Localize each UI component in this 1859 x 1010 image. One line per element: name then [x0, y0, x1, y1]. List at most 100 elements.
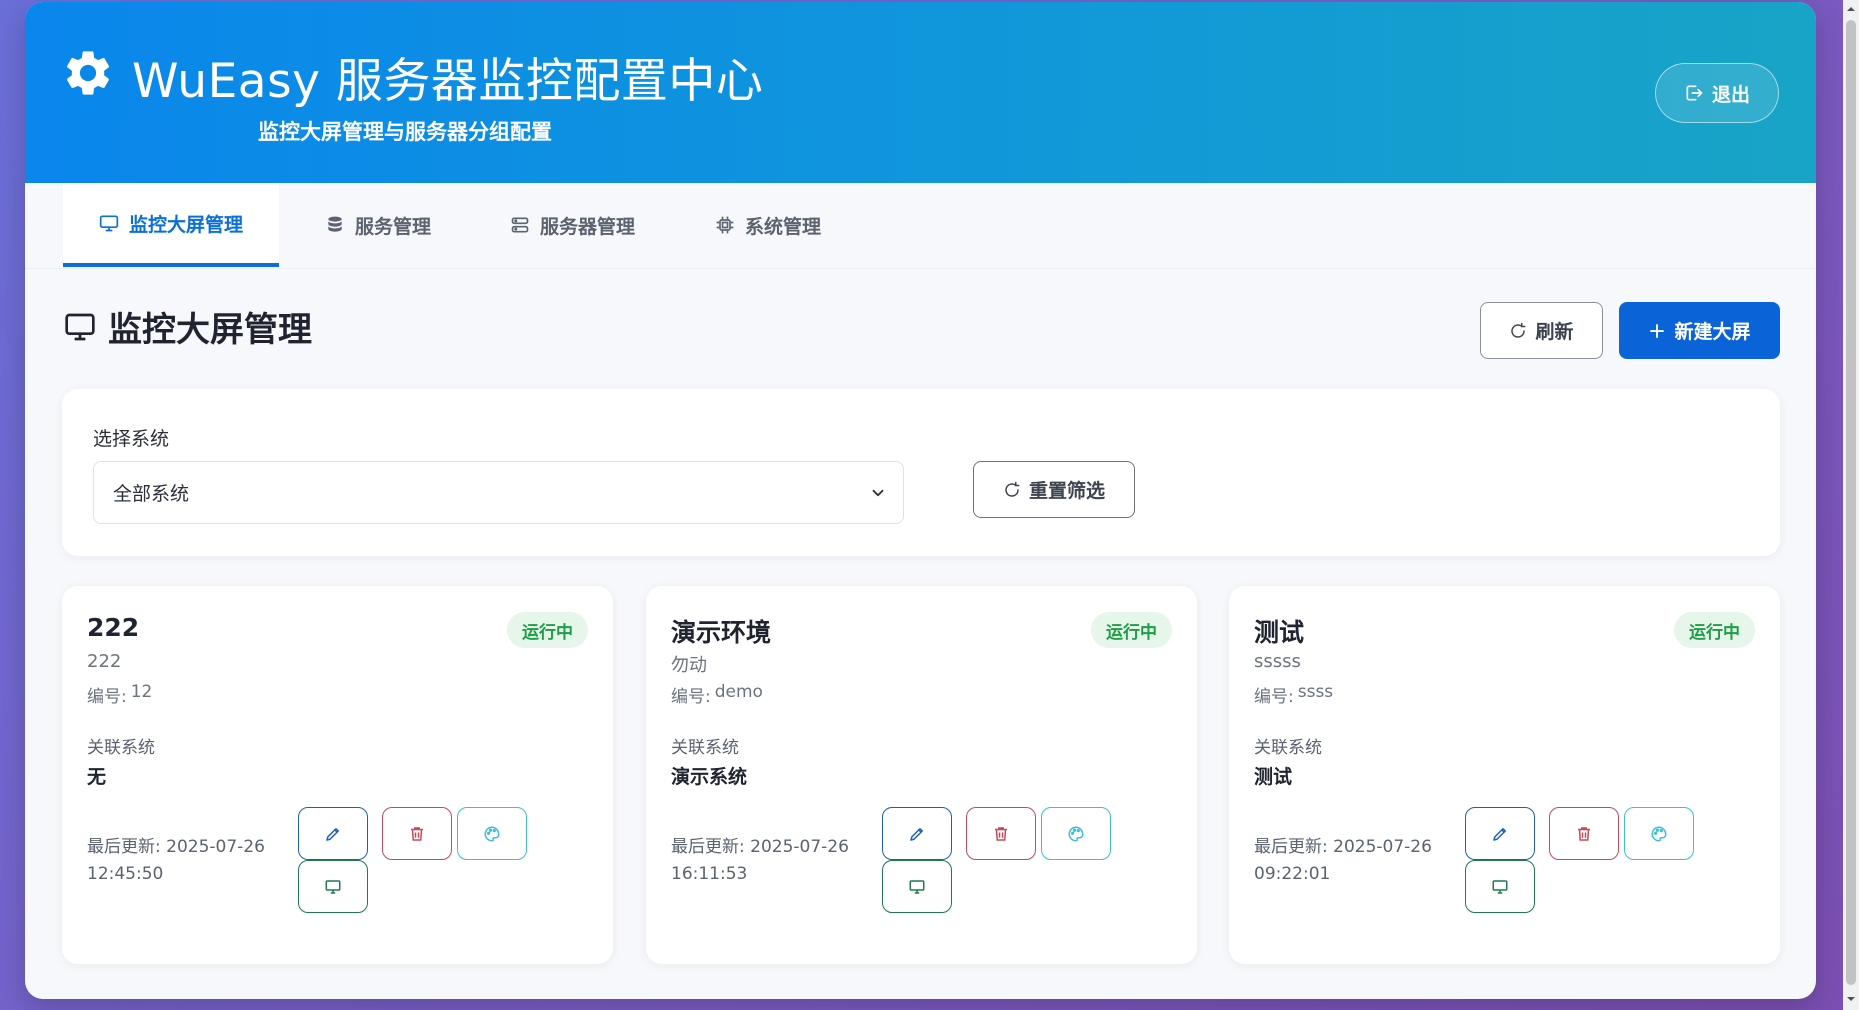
page-heading: 监控大屏管理 — [62, 302, 312, 351]
status-badge: 运行中 — [1091, 612, 1172, 648]
monitor-icon — [99, 215, 119, 232]
page-title: 监控大屏管理 — [108, 310, 312, 350]
plus-icon — [1650, 323, 1665, 338]
edit-button[interactable] — [1465, 807, 1535, 860]
app-title: WuEasy 服务器监控配置中心 — [132, 54, 764, 109]
scroll-down-icon[interactable] — [1846, 994, 1856, 1004]
tab-server-management[interactable]: 服务器管理 — [474, 183, 671, 267]
tab-bar: 监控大屏管理 服务管理 服务器管理 系统管理 — [25, 183, 1816, 269]
dashboard-card: 测试 运行中 sssss 编号: ssss 关联系统 测试 最后更新: 2025… — [1229, 586, 1780, 964]
code-value: 12 — [130, 682, 153, 702]
scroll-up-icon[interactable] — [1846, 4, 1856, 14]
monitor-icon — [65, 313, 95, 340]
scrollbar-thumb[interactable] — [1846, 20, 1856, 985]
last-updated: 最后更新: 2025-07-26 12:45:50 — [87, 834, 267, 888]
system-select[interactable]: 全部系统 — [93, 461, 904, 524]
card-name: 测试 — [1254, 618, 1305, 647]
card-code: 编号: 12 — [87, 682, 152, 707]
trash-icon — [1578, 826, 1590, 841]
app-window: WuEasy 服务器监控配置中心 监控大屏管理与服务器分组配置 退出 监控大屏管… — [25, 2, 1816, 999]
related-system-value: 无 — [87, 766, 107, 788]
logout-label: 退出 — [1711, 83, 1750, 106]
vertical-scrollbar[interactable] — [1843, 0, 1859, 1010]
filter-panel: 选择系统 全部系统 重置筛选 — [62, 389, 1780, 556]
related-system-value: 测试 — [1254, 766, 1293, 788]
code-prefix: 编号: — [671, 687, 711, 707]
updated-time: 12:45:50 — [87, 864, 164, 884]
gear-icon — [66, 51, 110, 95]
tab-label: 监控大屏管理 — [129, 213, 244, 236]
card-description: sssss — [1254, 651, 1301, 672]
related-system-label: 关联系统 — [87, 738, 155, 758]
related-system-label: 关联系统 — [1254, 738, 1322, 758]
tab-system-management[interactable]: 系统管理 — [679, 183, 857, 267]
open-dashboard-button[interactable] — [882, 860, 952, 913]
open-dashboard-button[interactable] — [1465, 860, 1535, 913]
new-dashboard-button[interactable]: 新建大屏 — [1619, 302, 1780, 359]
monitor-icon — [325, 879, 341, 894]
monitor-icon — [909, 879, 925, 894]
trash-icon — [995, 826, 1007, 841]
updated-time: 09:22:01 — [1254, 864, 1331, 884]
monitor-icon — [1492, 879, 1508, 894]
delete-button[interactable] — [382, 807, 452, 860]
theme-button[interactable] — [1041, 807, 1111, 860]
delete-button[interactable] — [966, 807, 1036, 860]
related-system-label: 关联系统 — [671, 738, 739, 758]
card-name: 222 — [87, 613, 140, 642]
tab-label: 服务器管理 — [540, 215, 636, 238]
updated-time: 16:11:53 — [671, 864, 748, 884]
edit-button[interactable] — [298, 807, 368, 860]
updated-prefix: 最后更新: — [671, 837, 745, 857]
chevron-down-icon — [872, 489, 884, 497]
theme-button[interactable] — [1624, 807, 1694, 860]
new-dashboard-label: 新建大屏 — [1674, 321, 1751, 343]
palette-icon — [1651, 825, 1667, 842]
logout-button[interactable]: 退出 — [1655, 63, 1779, 123]
pencil-icon — [910, 827, 923, 841]
system-select-label: 选择系统 — [93, 428, 170, 450]
updated-date: 2025-07-26 — [1333, 837, 1432, 857]
trash-icon — [411, 826, 423, 841]
refresh-button[interactable]: 刷新 — [1480, 302, 1603, 359]
last-updated: 最后更新: 2025-07-26 16:11:53 — [671, 834, 851, 888]
palette-icon — [1068, 825, 1084, 842]
pencil-icon — [326, 827, 339, 841]
updated-prefix: 最后更新: — [1254, 837, 1328, 857]
card-description: 222 — [87, 651, 122, 672]
dashboard-card: 222 运行中 222 编号: 12 关联系统 无 最后更新: 2025-07-… — [62, 586, 613, 964]
updated-date: 2025-07-26 — [166, 837, 265, 857]
code-prefix: 编号: — [87, 687, 127, 707]
code-value: ssss — [1297, 682, 1334, 702]
theme-button[interactable] — [457, 807, 527, 860]
status-badge: 运行中 — [507, 612, 588, 648]
refresh-icon — [1511, 322, 1526, 338]
reset-filter-button[interactable]: 重置筛选 — [973, 461, 1135, 518]
dashboard-card: 演示环境 运行中 勿动 编号: demo 关联系统 演示系统 最后更新: 202… — [646, 586, 1197, 964]
open-dashboard-button[interactable] — [298, 860, 368, 913]
palette-icon — [484, 825, 500, 842]
updated-prefix: 最后更新: — [87, 837, 161, 857]
edit-button[interactable] — [882, 807, 952, 860]
server-icon — [511, 217, 529, 233]
logout-icon — [1686, 85, 1703, 101]
delete-button[interactable] — [1549, 807, 1619, 860]
tab-label: 服务管理 — [355, 215, 432, 238]
tab-service-management[interactable]: 服务管理 — [289, 183, 467, 267]
tab-dashboard-management[interactable]: 监控大屏管理 — [63, 183, 280, 267]
header: WuEasy 服务器监控配置中心 监控大屏管理与服务器分组配置 退出 — [25, 2, 1816, 183]
reset-filter-label: 重置筛选 — [1028, 480, 1105, 502]
pencil-icon — [1493, 827, 1506, 841]
card-name: 演示环境 — [671, 618, 772, 647]
status-badge: 运行中 — [1674, 612, 1755, 648]
last-updated: 最后更新: 2025-07-26 09:22:01 — [1254, 834, 1434, 888]
updated-date: 2025-07-26 — [750, 837, 849, 857]
related-system-value: 演示系统 — [671, 766, 748, 788]
app-subtitle: 监控大屏管理与服务器分组配置 — [258, 120, 552, 144]
system-select-value: 全部系统 — [113, 483, 190, 505]
cpu-icon — [716, 216, 734, 234]
code-value: demo — [714, 682, 763, 702]
tab-label: 系统管理 — [745, 215, 822, 238]
card-description: 勿动 — [671, 655, 707, 676]
code-prefix: 编号: — [1254, 687, 1294, 707]
